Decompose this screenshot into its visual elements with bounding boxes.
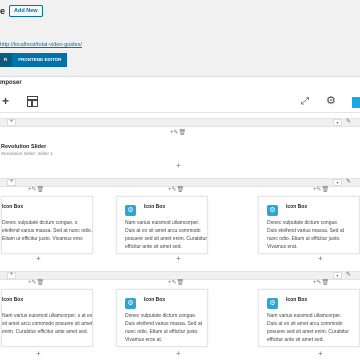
frontend-editor-button[interactable]: FRONTEND EDITOR	[11, 53, 68, 67]
icon-box-text: Donec vulputate dictum congue. Duis elei…	[125, 313, 202, 343]
fullscreen-icon[interactable]: ⤢	[301, 96, 309, 108]
row-toolbar: + ▾ ✎	[0, 178, 360, 187]
icon-box-text: Nam varius euismod ullamcorper. Duis at …	[267, 313, 349, 343]
page-title: e	[0, 6, 6, 16]
icon-box-card[interactable]: ⚙ Icon Box Donec vulputate dictum congue…	[258, 196, 360, 254]
row-toolbar: + ▾ ✎	[0, 271, 360, 280]
gear-icon: ⚙	[125, 298, 136, 309]
chevron-down-icon[interactable]: ▾	[333, 179, 342, 186]
slider-subtitle: Revolution Slider: Slider 1	[1, 151, 53, 156]
icon-box-title: Icon Box	[144, 297, 166, 303]
add-element-icon[interactable]: +	[176, 162, 181, 170]
column-controls[interactable]: +✎🗑	[313, 187, 329, 194]
row-add-button[interactable]: +	[7, 272, 16, 279]
column-controls[interactable]: +✎🗑	[168, 187, 184, 194]
gear-icon: ⚙	[125, 205, 136, 216]
update-button[interactable]	[352, 97, 360, 108]
backend-editor-button[interactable]: R	[0, 53, 12, 67]
add-element-icon[interactable]: +	[318, 350, 323, 358]
icon-box-text: Donec vulputate dictum congue. Duis elei…	[267, 220, 344, 250]
add-element-icon[interactable]: +	[36, 350, 41, 358]
icon-box-text: Nam varius euismod ullamcorper. Duis at …	[125, 220, 207, 250]
icon-box-card[interactable]: Icon Box Nam varius euismod ullamcorper.…	[1, 289, 93, 347]
permalink: http://localhost/total-video-guides/	[0, 42, 82, 48]
add-element-icon[interactable]: +	[2, 95, 9, 107]
add-element-icon[interactable]: +	[318, 255, 323, 263]
gear-icon: ⚙	[267, 298, 278, 309]
editor-mode-tabs: R FRONTEND EDITOR	[0, 53, 68, 67]
icon-box-text: Nam varius euismod ullamcorper. s at ex …	[2, 313, 93, 335]
icon-box-card[interactable]: Icon Box Donec vulputate dictum congue. …	[1, 196, 93, 254]
permalink-link[interactable]: http://localhost/total-video-guides/	[0, 42, 82, 48]
icon-box-title: Icon Box	[286, 297, 308, 303]
icon-box-title: Icon Box	[286, 204, 308, 210]
chevron-down-icon[interactable]: ▾	[333, 272, 342, 279]
icon-box-card[interactable]: ⚙ Icon Box Nam varius euismod ullamcorpe…	[258, 289, 360, 347]
composer-toolbar: + ⤢ ⚙	[0, 91, 360, 113]
pencil-icon[interactable]: ✎	[346, 272, 351, 279]
icon-box-text: Donec vulputate dictum congue. s eleifen…	[2, 220, 93, 242]
column-controls[interactable]: +✎🗑	[28, 187, 44, 194]
icon-box-card[interactable]: ⚙ Icon Box Donec vulputate dictum congue…	[116, 289, 208, 347]
add-element-icon[interactable]: +	[176, 255, 181, 263]
row-add-button[interactable]: +	[7, 179, 16, 186]
slider-title: Revolution Slider	[1, 144, 47, 150]
pencil-icon[interactable]: ✎	[346, 119, 351, 126]
pencil-icon[interactable]: ✎	[346, 179, 351, 186]
add-element-icon[interactable]: +	[36, 255, 41, 263]
column-controls[interactable]: +✎🗑	[170, 130, 186, 137]
column-controls[interactable]: +✎🗑	[168, 280, 184, 287]
top-bar: e Add New	[0, 0, 360, 28]
layout-icon[interactable]	[27, 96, 38, 107]
column-controls[interactable]: +✎🗑	[28, 280, 44, 287]
settings-icon[interactable]: ⚙	[326, 95, 336, 107]
add-new-button[interactable]: Add New	[9, 5, 43, 17]
composer-title: mposer	[0, 80, 22, 86]
column-controls[interactable]: +✎🗑	[313, 280, 329, 287]
gear-icon: ⚙	[267, 205, 278, 216]
icon-box-card[interactable]: ⚙ Icon Box Nam varius euismod ullamcorpe…	[116, 196, 208, 254]
add-element-icon[interactable]: +	[176, 350, 181, 358]
row-add-button[interactable]: +	[7, 119, 16, 126]
row-toolbar: + ▾ ✎	[0, 118, 360, 127]
icon-box-title: Icon Box	[2, 204, 24, 210]
icon-box-title: Icon Box	[2, 297, 24, 303]
icon-box-title: Icon Box	[144, 204, 166, 210]
chevron-down-icon[interactable]: ▾	[333, 119, 342, 126]
